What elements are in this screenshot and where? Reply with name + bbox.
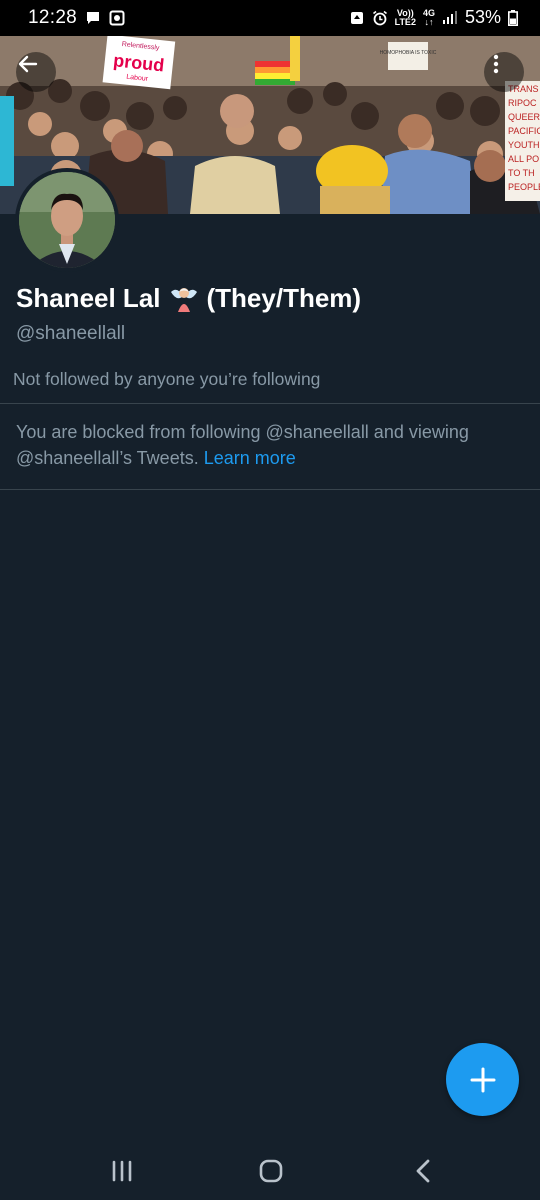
pronouns: (They/Them) [206, 283, 362, 313]
alarm-icon [372, 10, 387, 25]
status-time: 12:28 [28, 7, 78, 28]
sign-small-text: HOMOPHOBIA IS TOXIC [380, 50, 437, 56]
app-notification-icon [109, 10, 125, 26]
data-indicator: 4G ↓↑ [422, 7, 435, 27]
battery-percent: 53% [464, 7, 501, 27]
home-icon[interactable] [257, 1158, 285, 1184]
more-vertical-icon [493, 54, 499, 74]
fairy-emoji-icon [170, 287, 197, 312]
lte-label: LTE2 [394, 16, 416, 27]
back-button[interactable] [16, 52, 56, 92]
volte-indicator: Vo)) LTE2 [394, 8, 416, 27]
system-navigation-bar [0, 1140, 540, 1200]
followers-you-know: Not followed by anyone you’re following [13, 369, 321, 389]
back-nav-icon[interactable] [410, 1158, 438, 1184]
chat-notification-icon [87, 12, 100, 24]
compose-tweet-button[interactable] [446, 1043, 519, 1116]
sign-right-line: QUEER [508, 112, 540, 122]
sign-right-line: PACIFIC [508, 126, 540, 136]
battery-icon [508, 9, 518, 26]
sign-right-line: PEOPLE [508, 182, 540, 192]
signal-icon [442, 11, 457, 24]
sign-right-line: TO TH [508, 168, 535, 178]
divider [0, 489, 540, 490]
avatar-image [19, 172, 115, 268]
sign-right-line: ALL PO [508, 154, 539, 164]
profile-handle: @shaneellall [16, 323, 126, 344]
avatar[interactable] [15, 168, 119, 272]
sign-right-line: RIPOC [508, 98, 537, 108]
blocked-notice: You are blocked from following @shaneell… [16, 419, 516, 471]
learn-more-link[interactable]: Learn more [204, 448, 296, 468]
plus-icon [470, 1067, 495, 1092]
sign-right-line: YOUTH F [508, 140, 540, 150]
recent-apps-icon[interactable] [108, 1158, 136, 1184]
recycle-icon [350, 11, 363, 24]
arrow-left-icon [18, 55, 38, 73]
divider [0, 403, 540, 404]
more-options-button[interactable] [484, 52, 524, 92]
status-bar: 12:28 Vo)) LTE2 4G ↓↑ 53% [0, 0, 540, 36]
profile-name-row: Shaneel Lal (They/Them) [16, 283, 361, 314]
display-name: Shaneel Lal [16, 283, 161, 313]
